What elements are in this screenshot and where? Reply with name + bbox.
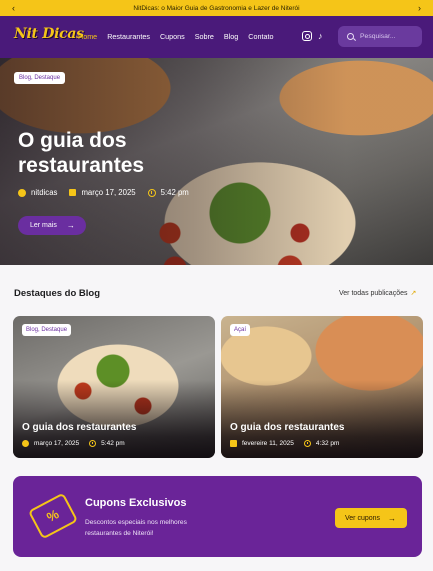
- blog-card-tag[interactable]: Blog, Destaque: [22, 324, 72, 336]
- hero-time: 5:42 pm: [160, 188, 189, 197]
- arrow-right-icon: →: [66, 221, 75, 230]
- blog-card-title[interactable]: O guia dos restaurantes: [230, 422, 344, 433]
- hero-date: março 17, 2025: [81, 188, 136, 197]
- nav-links: Home Restaurantes Cupons Sobre Blog Cont…: [78, 32, 283, 41]
- see-coupons-button[interactable]: Ver cupons →: [335, 508, 407, 528]
- instagram-icon[interactable]: [302, 31, 312, 41]
- coupon-banner: % Cupons Exclusivos Descontos especiais …: [13, 476, 422, 557]
- search-input[interactable]: Pesquisar...: [338, 26, 422, 47]
- arrow-up-right-icon: ↗: [410, 290, 417, 297]
- main-navbar: Nit Dicas Home Restaurantes Cupons Sobre…: [0, 16, 433, 58]
- nav-link-blog[interactable]: Blog: [224, 32, 238, 41]
- nav-link-sobre[interactable]: Sobre: [195, 32, 214, 41]
- blog-card-date: fevereire 11, 2025: [242, 440, 294, 447]
- nav-link-restaurantes[interactable]: Restaurantes: [107, 32, 150, 41]
- calendar-icon: [69, 189, 77, 196]
- blog-card[interactable]: Açaí O guia dos restaurantes fevereire 1…: [221, 316, 423, 458]
- clock-icon: [303, 440, 311, 447]
- next-announcement-button[interactable]: ›: [418, 2, 421, 14]
- calendar-icon: [230, 440, 237, 447]
- blog-card-meta: fevereire 11, 2025 4:32 pm: [230, 440, 349, 447]
- see-all-label: Ver todas publicações: [339, 290, 408, 297]
- search-icon: [347, 33, 354, 40]
- site-logo[interactable]: Nit Dicas: [14, 26, 84, 42]
- see-all-posts-link[interactable]: Ver todas publicações ↗: [339, 289, 416, 297]
- clock-icon: [147, 188, 156, 197]
- nav-link-contato[interactable]: Contato: [248, 32, 273, 41]
- blog-card-date: março 17, 2025: [34, 440, 80, 447]
- arrow-right-icon: →: [388, 513, 397, 523]
- hero-title[interactable]: O guia dos restaurantes: [18, 128, 238, 178]
- coupon-title: Cupons Exclusivos: [85, 497, 187, 509]
- coupon-ticket-icon: %: [27, 492, 79, 540]
- read-more-button[interactable]: Ler mais →: [18, 216, 86, 235]
- coupon-description: Descontos especiais nos melhores restaur…: [85, 519, 187, 537]
- nav-link-cupons[interactable]: Cupons: [160, 32, 185, 41]
- see-coupons-label: Ver cupons: [345, 514, 381, 522]
- blog-card[interactable]: Blog, Destaque O guia dos restaurantes m…: [13, 316, 215, 458]
- hero-category-tag[interactable]: Blog, Destaque: [14, 72, 66, 84]
- nav-link-home[interactable]: Home: [78, 32, 97, 41]
- blog-card-title[interactable]: O guia dos restaurantes: [22, 422, 136, 433]
- announcement-text: NitDicas: o Maior Guia de Gastronomia e …: [133, 4, 300, 12]
- prev-announcement-button[interactable]: ‹: [12, 2, 15, 14]
- blog-card-time: 4:32 pm: [315, 440, 340, 447]
- tiktok-icon[interactable]: ♪: [318, 31, 328, 41]
- blog-card-meta: março 17, 2025 5:42 pm: [22, 440, 135, 447]
- user-icon: [18, 188, 26, 197]
- hero-banner[interactable]: Blog, Destaque O guia dos restaurantes n…: [0, 58, 433, 265]
- announcement-bar: ‹ NitDicas: o Maior Guia de Gastronomia …: [0, 0, 433, 16]
- search-placeholder: Pesquisar...: [360, 33, 396, 40]
- blog-card-tag[interactable]: Açaí: [230, 324, 251, 336]
- hero-author: nitdicas: [31, 188, 58, 197]
- blog-card-time: 5:42 pm: [101, 440, 125, 447]
- read-more-label: Ler mais: [30, 222, 57, 229]
- clock-icon: [89, 440, 97, 447]
- user-icon: [22, 440, 29, 447]
- blog-section-title: Destaques do Blog: [14, 288, 101, 299]
- hero-meta: nitdicas março 17, 2025 5:42 pm: [18, 188, 201, 197]
